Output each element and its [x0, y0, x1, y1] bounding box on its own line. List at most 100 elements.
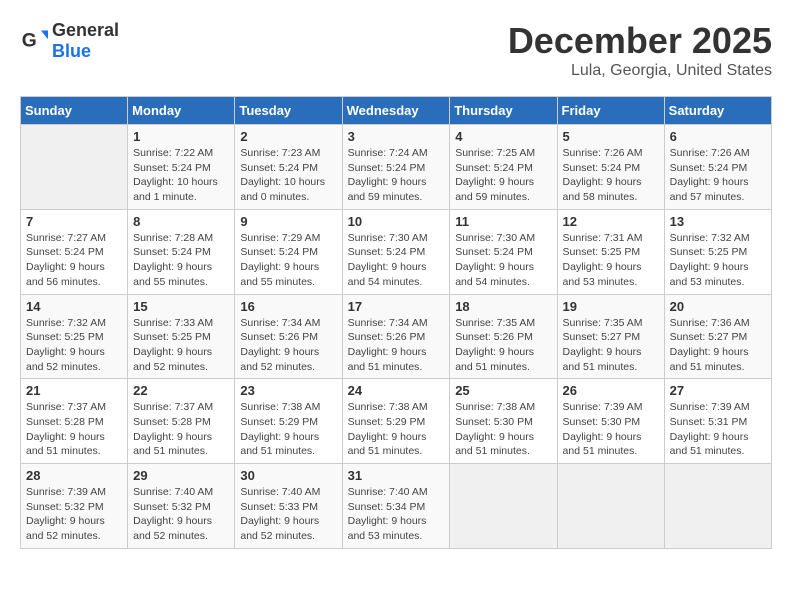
logo: G General Blue	[20, 20, 119, 62]
calendar-cell: 29Sunrise: 7:40 AM Sunset: 5:32 PM Dayli…	[128, 464, 235, 549]
header-day-friday: Friday	[557, 97, 664, 125]
logo-blue-text: Blue	[52, 41, 91, 61]
day-info: Sunrise: 7:34 AM Sunset: 5:26 PM Dayligh…	[348, 316, 445, 375]
week-row-3: 21Sunrise: 7:37 AM Sunset: 5:28 PM Dayli…	[21, 379, 772, 464]
calendar-cell	[557, 464, 664, 549]
day-number: 6	[670, 129, 766, 144]
day-number: 3	[348, 129, 445, 144]
day-info: Sunrise: 7:28 AM Sunset: 5:24 PM Dayligh…	[133, 231, 229, 290]
calendar-cell: 17 Sunrise: 7:34 AM Sunset: 5:26 PM Dayli…	[342, 294, 450, 379]
calendar-cell: 14Sunrise: 7:32 AM Sunset: 5:25 PM Dayli…	[21, 294, 128, 379]
calendar-cell: 11Sunrise: 7:30 AM Sunset: 5:24 PM Dayli…	[450, 209, 557, 294]
week-row-2: 14Sunrise: 7:32 AM Sunset: 5:25 PM Dayli…	[21, 294, 772, 379]
calendar-cell: 9 Sunrise: 7:29 AM Sunset: 5:24 PM Daylig…	[235, 209, 342, 294]
calendar-cell	[664, 464, 771, 549]
day-number: 4	[455, 129, 551, 144]
day-info: Sunrise: 7:38 AM Sunset: 5:29 PM Dayligh…	[240, 400, 336, 459]
calendar-cell: 31 Sunrise: 7:40 AM Sunset: 5:34 PM Dayli…	[342, 464, 450, 549]
day-info: Sunrise: 7:37 AM Sunset: 5:28 PM Dayligh…	[133, 400, 229, 459]
day-info: Sunrise: 7:23 AM Sunset: 5:24 PM Dayligh…	[240, 146, 336, 205]
header-day-tuesday: Tuesday	[235, 97, 342, 125]
day-number: 7	[26, 214, 122, 229]
location-title: Lula, Georgia, United States	[508, 62, 772, 80]
day-number: 22	[133, 383, 229, 398]
day-number: 14	[26, 299, 122, 314]
calendar-cell: 24Sunrise: 7:38 AM Sunset: 5:29 PM Dayli…	[342, 379, 450, 464]
day-info: Sunrise: 7:38 AM Sunset: 5:30 PM Dayligh…	[455, 400, 551, 459]
header-day-monday: Monday	[128, 97, 235, 125]
calendar-cell: 25 Sunrise: 7:38 AM Sunset: 5:30 PM Dayli…	[450, 379, 557, 464]
day-info: Sunrise: 7:37 AM Sunset: 5:28 PM Dayligh…	[26, 400, 122, 459]
header-day-wednesday: Wednesday	[342, 97, 450, 125]
header-row: SundayMondayTuesdayWednesdayThursdayFrid…	[21, 97, 772, 125]
calendar-cell: 23 Sunrise: 7:38 AM Sunset: 5:29 PM Dayli…	[235, 379, 342, 464]
day-number: 28	[26, 468, 122, 483]
calendar-cell: 22 Sunrise: 7:37 AM Sunset: 5:28 PM Dayli…	[128, 379, 235, 464]
calendar-cell: 5Sunrise: 7:26 AM Sunset: 5:24 PM Daylig…	[557, 125, 664, 210]
day-info: Sunrise: 7:31 AM Sunset: 5:25 PM Dayligh…	[563, 231, 659, 290]
title-block: December 2025 Lula, Georgia, United Stat…	[508, 20, 772, 80]
day-number: 26	[563, 383, 659, 398]
day-number: 1	[133, 129, 229, 144]
day-info: Sunrise: 7:39 AM Sunset: 5:30 PM Dayligh…	[563, 400, 659, 459]
day-info: Sunrise: 7:35 AM Sunset: 5:26 PM Dayligh…	[455, 316, 551, 375]
week-row-4: 28 Sunrise: 7:39 AM Sunset: 5:32 PM Dayli…	[21, 464, 772, 549]
calendar-cell: 13 Sunrise: 7:32 AM Sunset: 5:25 PM Dayli…	[664, 209, 771, 294]
svg-text:G: G	[22, 30, 37, 51]
month-title: December 2025	[508, 20, 772, 62]
header-day-sunday: Sunday	[21, 97, 128, 125]
day-number: 19	[563, 299, 659, 314]
day-info: Sunrise: 7:35 AM Sunset: 5:27 PM Dayligh…	[563, 316, 659, 375]
day-number: 23	[240, 383, 336, 398]
day-number: 10	[348, 214, 445, 229]
day-number: 13	[670, 214, 766, 229]
calendar-cell: 26 Sunrise: 7:39 AM Sunset: 5:30 PM Dayli…	[557, 379, 664, 464]
day-info: Sunrise: 7:39 AM Sunset: 5:32 PM Dayligh…	[26, 485, 122, 544]
calendar-cell: 1 Sunrise: 7:22 AM Sunset: 5:24 PM Daylig…	[128, 125, 235, 210]
calendar-cell: 7 Sunrise: 7:27 AM Sunset: 5:24 PM Daylig…	[21, 209, 128, 294]
calendar-cell: 3Sunrise: 7:24 AM Sunset: 5:24 PM Daylig…	[342, 125, 450, 210]
day-info: Sunrise: 7:40 AM Sunset: 5:34 PM Dayligh…	[348, 485, 445, 544]
day-info: Sunrise: 7:29 AM Sunset: 5:24 PM Dayligh…	[240, 231, 336, 290]
day-number: 8	[133, 214, 229, 229]
calendar-cell: 28 Sunrise: 7:39 AM Sunset: 5:32 PM Dayli…	[21, 464, 128, 549]
calendar-cell: 6 Sunrise: 7:26 AM Sunset: 5:24 PM Daylig…	[664, 125, 771, 210]
day-number: 31	[348, 468, 445, 483]
day-number: 18	[455, 299, 551, 314]
day-info: Sunrise: 7:30 AM Sunset: 5:24 PM Dayligh…	[348, 231, 445, 290]
day-info: Sunrise: 7:25 AM Sunset: 5:24 PM Dayligh…	[455, 146, 551, 205]
day-number: 29	[133, 468, 229, 483]
day-number: 9	[240, 214, 336, 229]
week-row-0: 1 Sunrise: 7:22 AM Sunset: 5:24 PM Daylig…	[21, 125, 772, 210]
day-info: Sunrise: 7:30 AM Sunset: 5:24 PM Dayligh…	[455, 231, 551, 290]
calendar-cell: 30Sunrise: 7:40 AM Sunset: 5:33 PM Dayli…	[235, 464, 342, 549]
day-info: Sunrise: 7:26 AM Sunset: 5:24 PM Dayligh…	[670, 146, 766, 205]
calendar-cell: 4 Sunrise: 7:25 AM Sunset: 5:24 PM Daylig…	[450, 125, 557, 210]
logo-icon: G	[20, 27, 48, 55]
calendar-cell: 18 Sunrise: 7:35 AM Sunset: 5:26 PM Dayli…	[450, 294, 557, 379]
calendar-cell: 27Sunrise: 7:39 AM Sunset: 5:31 PM Dayli…	[664, 379, 771, 464]
day-number: 25	[455, 383, 551, 398]
day-info: Sunrise: 7:40 AM Sunset: 5:33 PM Dayligh…	[240, 485, 336, 544]
day-number: 20	[670, 299, 766, 314]
calendar-cell	[21, 125, 128, 210]
header-day-thursday: Thursday	[450, 97, 557, 125]
calendar-table: SundayMondayTuesdayWednesdayThursdayFrid…	[20, 96, 772, 549]
calendar-cell: 10 Sunrise: 7:30 AM Sunset: 5:24 PM Dayli…	[342, 209, 450, 294]
calendar-cell: 21Sunrise: 7:37 AM Sunset: 5:28 PM Dayli…	[21, 379, 128, 464]
day-info: Sunrise: 7:34 AM Sunset: 5:26 PM Dayligh…	[240, 316, 336, 375]
day-info: Sunrise: 7:27 AM Sunset: 5:24 PM Dayligh…	[26, 231, 122, 290]
day-info: Sunrise: 7:32 AM Sunset: 5:25 PM Dayligh…	[670, 231, 766, 290]
calendar-body: 1 Sunrise: 7:22 AM Sunset: 5:24 PM Daylig…	[21, 125, 772, 549]
day-number: 17	[348, 299, 445, 314]
calendar-header: SundayMondayTuesdayWednesdayThursdayFrid…	[21, 97, 772, 125]
day-number: 2	[240, 129, 336, 144]
logo-general-text: General	[52, 20, 119, 40]
calendar-cell: 16Sunrise: 7:34 AM Sunset: 5:26 PM Dayli…	[235, 294, 342, 379]
day-info: Sunrise: 7:33 AM Sunset: 5:25 PM Dayligh…	[133, 316, 229, 375]
day-info: Sunrise: 7:38 AM Sunset: 5:29 PM Dayligh…	[348, 400, 445, 459]
day-info: Sunrise: 7:36 AM Sunset: 5:27 PM Dayligh…	[670, 316, 766, 375]
day-info: Sunrise: 7:22 AM Sunset: 5:24 PM Dayligh…	[133, 146, 229, 205]
calendar-cell: 8 Sunrise: 7:28 AM Sunset: 5:24 PM Daylig…	[128, 209, 235, 294]
day-number: 5	[563, 129, 659, 144]
